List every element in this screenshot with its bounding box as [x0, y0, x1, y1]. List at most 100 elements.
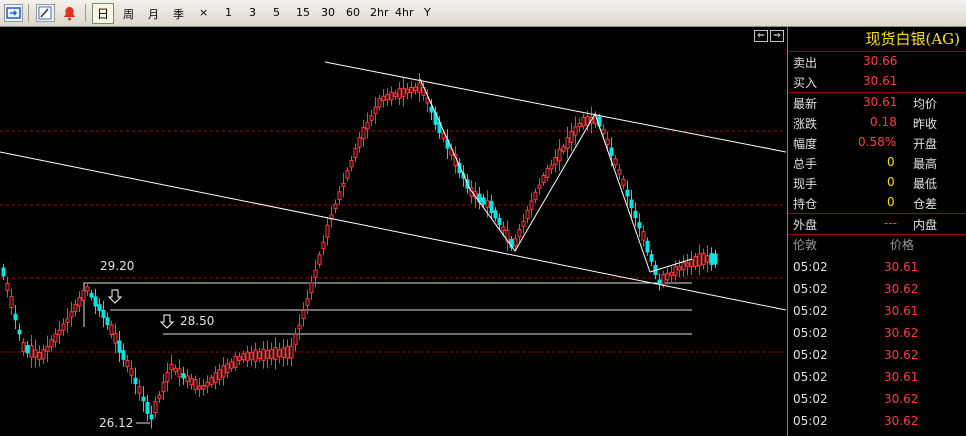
- candle-body: [289, 345, 294, 359]
- candle-body: [281, 347, 286, 358]
- period-yearly[interactable]: Y: [424, 6, 431, 19]
- toolbar: 日 周 月 季 × 1 3 5 15 30 60 2hr 4hr Y: [0, 0, 966, 27]
- period-close[interactable]: ×: [199, 6, 208, 19]
- candle-body: [393, 92, 398, 97]
- candle-body: [225, 363, 230, 374]
- draw-tool-icon[interactable]: [36, 4, 55, 22]
- candle-body: [81, 289, 86, 301]
- candle-body: [713, 253, 718, 265]
- lower-channel-line: [0, 151, 786, 311]
- tick-price: 30.62: [884, 348, 919, 362]
- scroll-right-button[interactable]: ⇒: [770, 30, 784, 42]
- candle-body: [621, 178, 626, 186]
- level-label-high: 29.20: [100, 259, 134, 273]
- candle-body: [325, 224, 330, 238]
- candle-body: [237, 356, 242, 361]
- period-monthly[interactable]: 月: [148, 6, 159, 22]
- candle-body: [137, 386, 142, 394]
- period-5min[interactable]: 5: [273, 6, 280, 19]
- price-gridlines: [0, 130, 786, 353]
- candle-body: [441, 133, 446, 139]
- candle-body: [541, 174, 546, 184]
- candle-body: [69, 311, 74, 318]
- candle-body: [709, 253, 714, 265]
- scroll-left-button[interactable]: ⇐: [754, 30, 768, 42]
- period-30min[interactable]: 30: [321, 6, 335, 19]
- candle-body: [381, 95, 386, 102]
- period-1min[interactable]: 1: [225, 6, 232, 19]
- candle-body: [613, 158, 618, 166]
- candle-body: [29, 345, 34, 358]
- candlestick-chart[interactable]: 29.20 28.50 26.12: [0, 27, 786, 436]
- candle-body: [49, 339, 54, 348]
- candle-body: [293, 333, 298, 346]
- candle-body: [565, 137, 570, 149]
- candle-body: [249, 352, 254, 360]
- tick-price: 30.61: [884, 304, 919, 318]
- tick-price: 30.62: [884, 414, 919, 428]
- candle-body: [245, 351, 250, 362]
- candle-body: [89, 292, 94, 298]
- candle-body: [365, 121, 370, 130]
- stat-label-range: 幅度: [793, 137, 818, 151]
- candle-body: [189, 378, 194, 386]
- candle-body: [521, 220, 526, 227]
- candle-body: [641, 231, 646, 241]
- period-3min[interactable]: 3: [249, 6, 256, 19]
- period-2hr[interactable]: 2hr: [370, 6, 389, 19]
- candle-body: [33, 349, 38, 358]
- tick-time: 05:02: [793, 304, 828, 318]
- stat-value-range: 0.58%: [858, 135, 897, 149]
- candle-body: [157, 394, 162, 400]
- candle-body: [165, 372, 170, 382]
- candle-body: [569, 131, 574, 143]
- candle-body: [581, 116, 586, 127]
- candle-body: [557, 148, 562, 162]
- candle-body: [105, 317, 110, 326]
- candle-body: [21, 341, 26, 353]
- low-label: 26.12: [99, 416, 133, 430]
- candle-body: [301, 310, 306, 319]
- candle-body: [213, 372, 218, 384]
- stat-label-open: 开盘: [913, 137, 938, 151]
- candle-body: [369, 115, 374, 121]
- candle-body: [73, 303, 78, 313]
- candle-body: [77, 296, 82, 307]
- candle-body: [349, 159, 354, 168]
- candle-body: [41, 349, 46, 360]
- alarm-bell-icon[interactable]: [60, 4, 79, 22]
- candle-body: [101, 309, 106, 318]
- stat-label-current-volume: 现手: [793, 177, 818, 191]
- candle-body: [57, 329, 62, 336]
- candle-body: [265, 350, 270, 359]
- period-60min[interactable]: 60: [346, 6, 360, 19]
- candle-body: [357, 137, 362, 148]
- candle-body: [497, 217, 502, 226]
- instrument-title: 现货白银(AG): [865, 30, 960, 48]
- candle-body: [685, 262, 690, 267]
- upper-channel-line: [324, 61, 786, 153]
- candle-body: [285, 346, 290, 359]
- candle-body: [645, 240, 650, 253]
- expand-icon[interactable]: [4, 4, 23, 22]
- candle-body: [309, 282, 314, 294]
- tick-price: 30.61: [884, 260, 919, 274]
- period-weekly[interactable]: 周: [123, 6, 134, 22]
- tick-price: 30.62: [884, 282, 919, 296]
- period-15min[interactable]: 15: [296, 6, 310, 19]
- candle-body: [525, 209, 530, 220]
- candle-body: [181, 373, 186, 379]
- candle-body: [97, 304, 102, 312]
- period-daily[interactable]: 日: [92, 3, 115, 24]
- candle-body: [361, 127, 366, 140]
- candle-body: [61, 323, 66, 331]
- candle-body: [353, 148, 358, 158]
- candle-body: [209, 377, 214, 385]
- stat-label-average: 均价: [913, 97, 938, 111]
- period-4hr[interactable]: 4hr: [395, 6, 414, 19]
- candle-body: [141, 396, 146, 402]
- period-quarterly[interactable]: 季: [173, 6, 184, 22]
- stat-label-oi-change: 仓差: [913, 197, 938, 211]
- candle-body: [25, 345, 30, 354]
- candle-body: [633, 210, 638, 219]
